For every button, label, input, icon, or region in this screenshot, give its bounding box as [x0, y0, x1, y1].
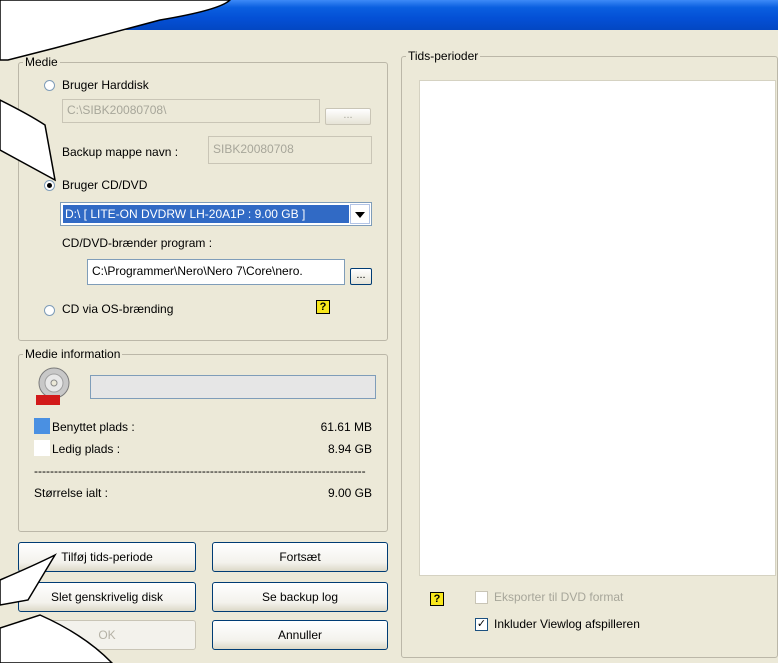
callout-bubbles — [0, 0, 232, 663]
